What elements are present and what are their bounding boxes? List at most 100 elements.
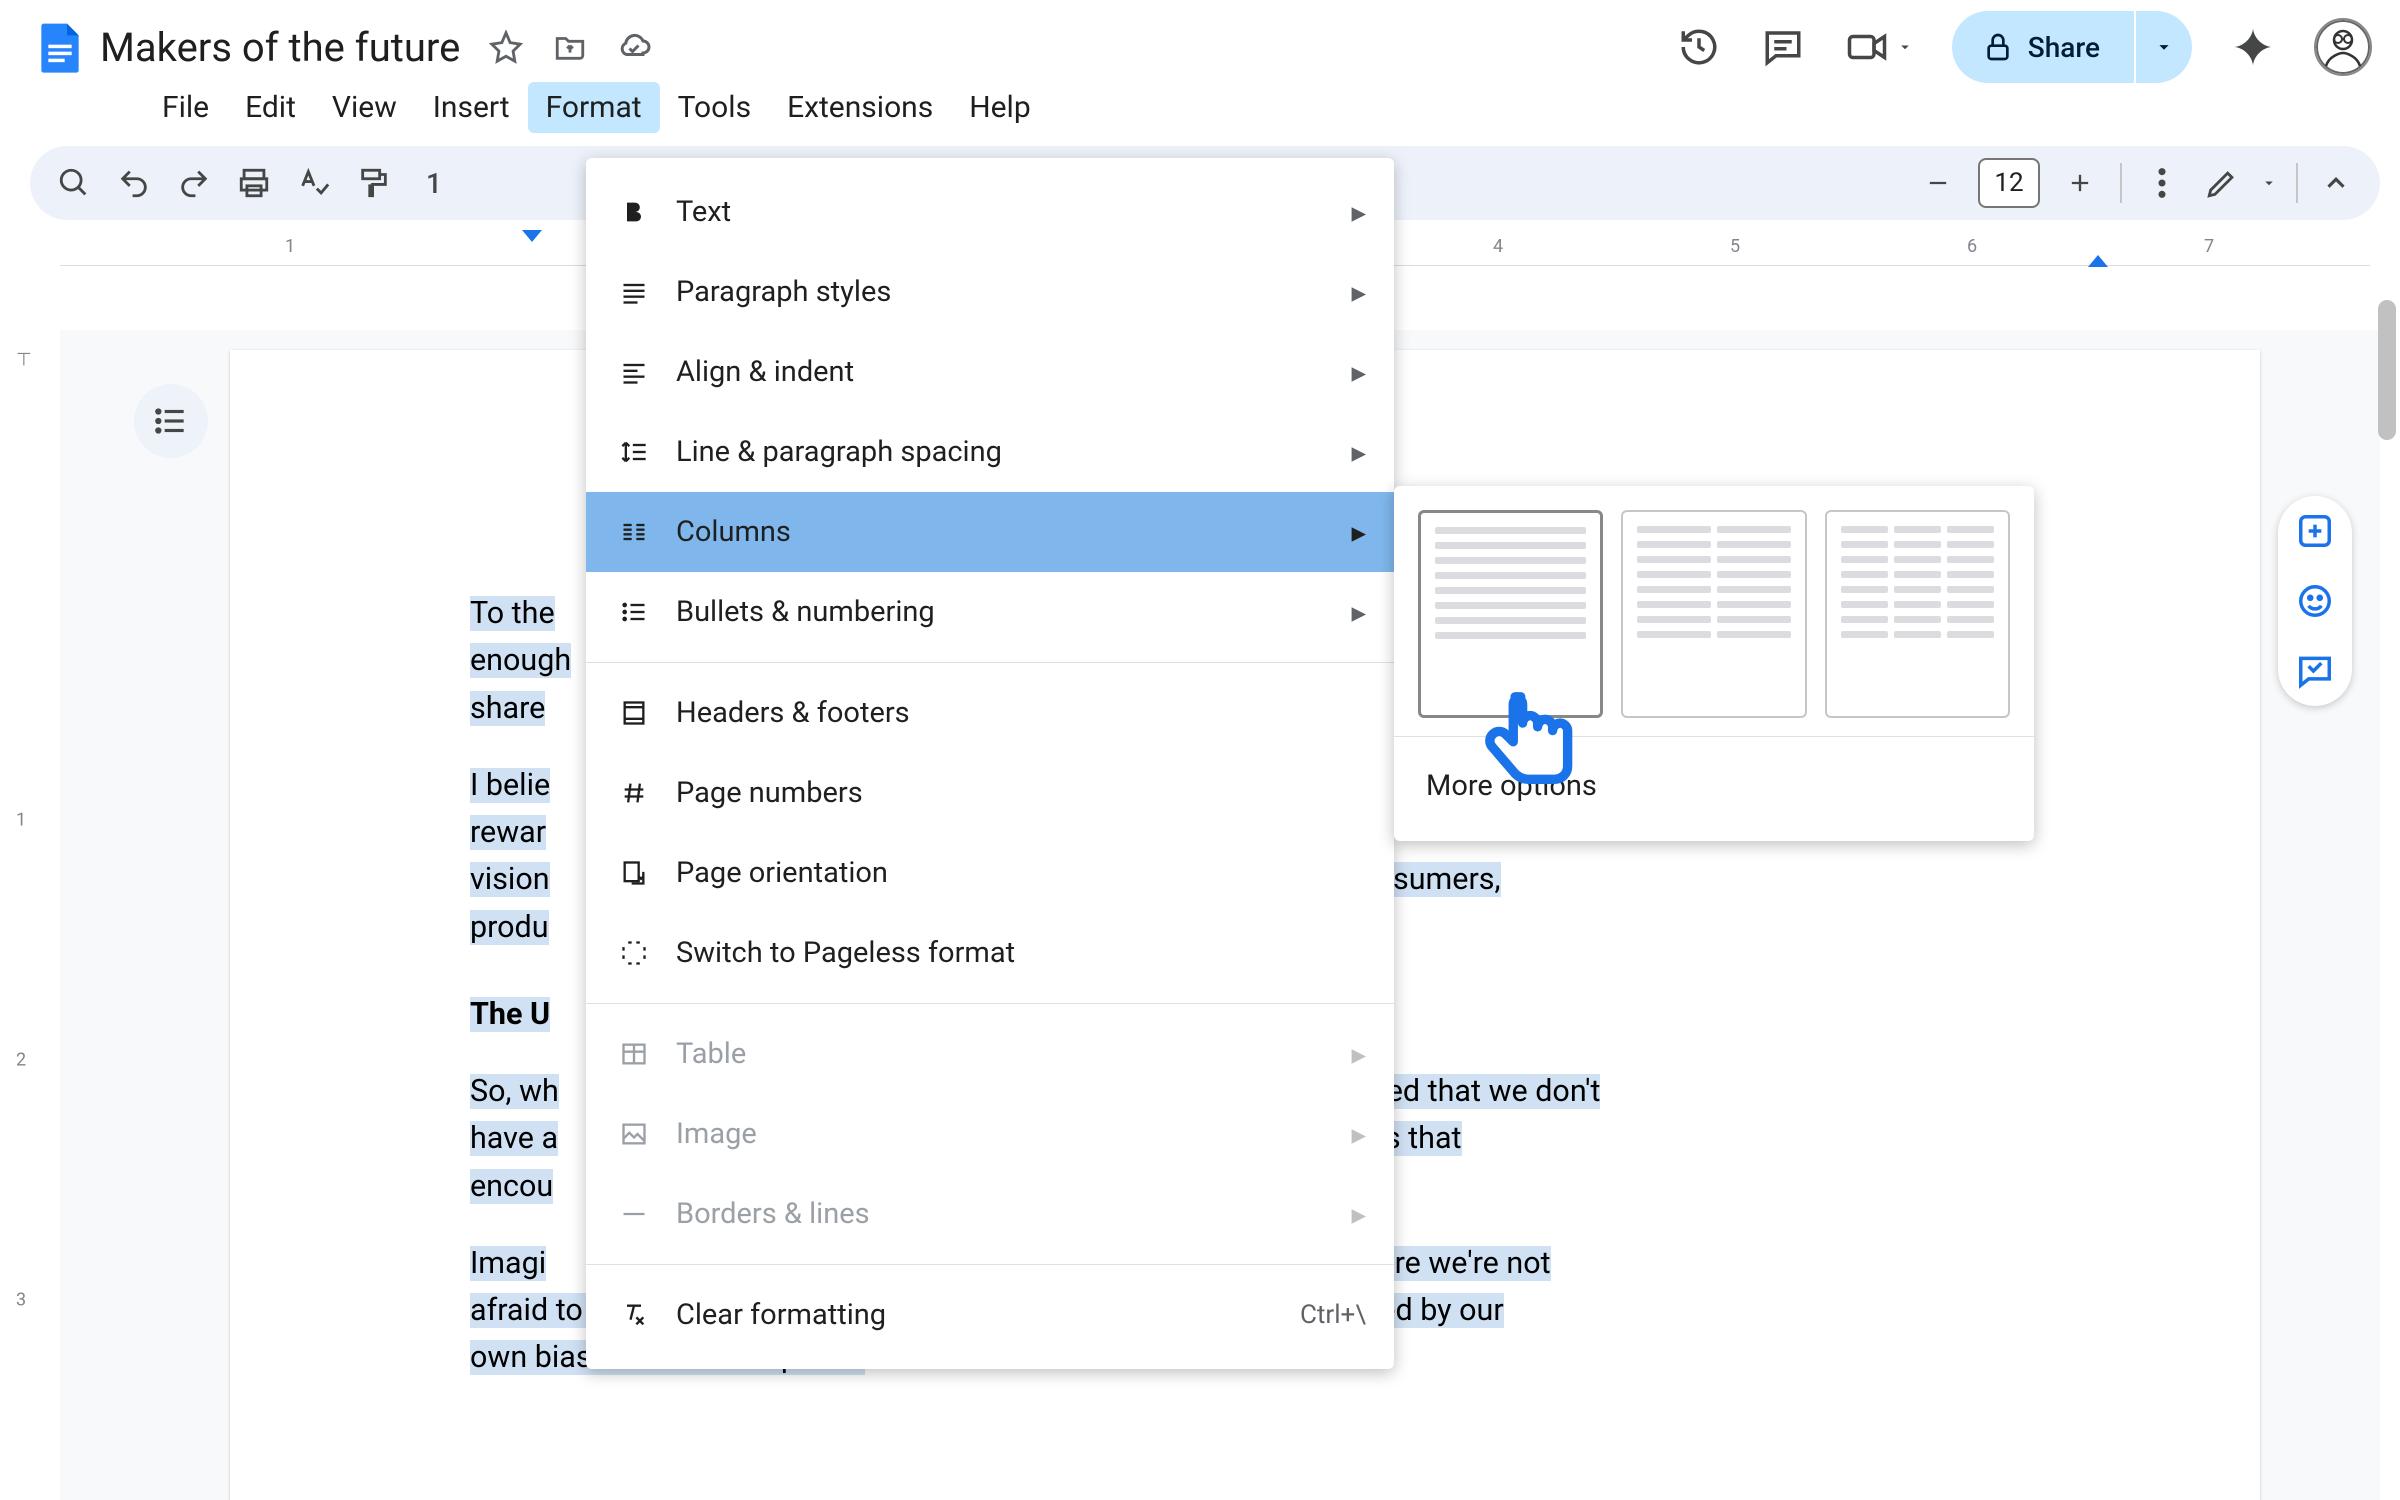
menu-label: Headers & footers — [676, 696, 910, 730]
indent-marker-right[interactable] — [2088, 255, 2108, 267]
menu-help[interactable]: Help — [951, 82, 1048, 133]
account-avatar[interactable] — [2314, 18, 2372, 76]
text-span: encou — [470, 1169, 553, 1204]
meet-button[interactable] — [1844, 24, 1914, 70]
menu-insert[interactable]: Insert — [415, 82, 528, 133]
list-icon — [614, 598, 654, 626]
menu-tools[interactable]: Tools — [660, 82, 769, 133]
bold-icon — [614, 198, 654, 226]
vertical-scrollbar[interactable] — [2378, 300, 2396, 440]
comment-icon[interactable] — [1760, 24, 1806, 70]
share-dropdown[interactable] — [2136, 11, 2192, 83]
text-span: To the — [470, 596, 555, 631]
text-span: rewar — [470, 815, 546, 850]
more-toolbar-icon[interactable] — [2142, 163, 2182, 203]
chevron-right-icon: ▸ — [1351, 1197, 1366, 1232]
paint-format-icon[interactable] — [354, 163, 394, 203]
menu-pageless[interactable]: Switch to Pageless format — [586, 913, 1394, 993]
video-icon — [1844, 24, 1890, 70]
column-option-3[interactable] — [1825, 510, 2010, 718]
document-title[interactable]: Makers of the future — [100, 24, 460, 71]
shortcut-label: Ctrl+\ — [1300, 1300, 1366, 1330]
menu-text[interactable]: Text ▸ — [586, 172, 1394, 252]
separator — [2296, 163, 2298, 203]
align-icon — [614, 358, 654, 386]
chevron-right-icon: ▸ — [1351, 1117, 1366, 1152]
column-option-2[interactable] — [1621, 510, 1806, 718]
chevron-right-icon: ▸ — [1351, 515, 1366, 550]
spellcheck-icon[interactable] — [294, 163, 334, 203]
menu-label: Table — [676, 1037, 746, 1071]
menu-align-indent[interactable]: Align & indent ▸ — [586, 332, 1394, 412]
gemini-icon[interactable] — [2230, 24, 2276, 70]
menu-bullets-numbering[interactable]: Bullets & numbering ▸ — [586, 572, 1394, 652]
orientation-icon — [614, 859, 654, 887]
history-icon[interactable] — [1676, 24, 1722, 70]
print-icon[interactable] — [234, 163, 274, 203]
emoji-button[interactable] — [2294, 580, 2336, 622]
menu-paragraph-styles[interactable]: Paragraph styles ▸ — [586, 252, 1394, 332]
menu-image: Image ▸ — [586, 1094, 1394, 1174]
ruler-tick-label: 6 — [1967, 236, 1977, 257]
star-icon[interactable] — [488, 29, 524, 65]
menu-label: Bullets & numbering — [676, 595, 935, 629]
font-size-input[interactable]: 12 — [1978, 158, 2040, 208]
add-comment-button[interactable] — [2294, 510, 2336, 552]
pageless-icon — [614, 939, 654, 967]
editing-mode-icon[interactable] — [2202, 163, 2242, 203]
chevron-right-icon: ▸ — [1351, 1037, 1366, 1072]
menu-table: Table ▸ — [586, 1014, 1394, 1094]
heading-span: The U — [470, 997, 550, 1032]
collapse-icon[interactable] — [2316, 163, 2356, 203]
paragraph-icon — [614, 278, 654, 306]
share-button[interactable]: Share — [1952, 11, 2134, 83]
separator — [586, 1264, 1394, 1265]
text-span: So, wh — [470, 1074, 559, 1109]
search-menus-icon[interactable] — [54, 163, 94, 203]
redo-icon[interactable] — [174, 163, 214, 203]
move-icon[interactable] — [552, 29, 588, 65]
chevron-right-icon: ▸ — [1351, 195, 1366, 230]
menu-file[interactable]: File — [144, 82, 227, 133]
chevron-down-icon[interactable] — [2260, 174, 2278, 192]
font-size-increase[interactable] — [2060, 163, 2100, 203]
menu-label: Clear formatting — [676, 1298, 886, 1332]
format-dropdown: Text ▸ Paragraph styles ▸ Align & indent… — [586, 158, 1394, 1369]
menu-label: Page orientation — [676, 856, 888, 890]
undo-icon[interactable] — [114, 163, 154, 203]
chevron-right-icon: ▸ — [1351, 355, 1366, 390]
menu-clear-formatting[interactable]: Clear formatting Ctrl+\ — [586, 1275, 1394, 1355]
vruler-tick-label: 1 — [16, 810, 26, 831]
hash-icon — [614, 779, 654, 807]
indent-marker-top[interactable] — [522, 230, 542, 242]
vruler-tick-label: 3 — [16, 1290, 26, 1311]
menu-label: Align & indent — [676, 355, 854, 389]
text-span: share — [470, 691, 545, 726]
vertical-ruler[interactable]: ⊤ 1 2 3 — [6, 340, 46, 1500]
header-footer-icon — [614, 699, 654, 727]
suggest-edits-button[interactable] — [2294, 650, 2336, 692]
menu-extensions[interactable]: Extensions — [769, 82, 951, 133]
docs-logo[interactable] — [28, 15, 92, 79]
menu-borders-lines: Borders & lines ▸ — [586, 1174, 1394, 1254]
menu-page-numbers[interactable]: Page numbers — [586, 753, 1394, 833]
menu-page-orientation[interactable]: Page orientation — [586, 833, 1394, 913]
zoom-indicator[interactable]: 1 — [414, 163, 454, 203]
text-span: Imagi — [470, 1246, 546, 1281]
outline-toggle[interactable] — [134, 384, 208, 458]
menu-label: Switch to Pageless format — [676, 936, 1015, 970]
chevron-right-icon: ▸ — [1351, 435, 1366, 470]
chevron-right-icon: ▸ — [1351, 595, 1366, 630]
menu-view[interactable]: View — [314, 82, 415, 133]
menu-headers-footers[interactable]: Headers & footers — [586, 673, 1394, 753]
menu-edit[interactable]: Edit — [227, 82, 314, 133]
menu-columns[interactable]: Columns ▸ — [586, 492, 1394, 572]
separator — [586, 1003, 1394, 1004]
ruler-tick-label: 5 — [1730, 236, 1740, 257]
cloud-status-icon[interactable] — [616, 29, 652, 65]
ruler-tick-label: 7 — [2204, 236, 2214, 257]
menu-line-spacing[interactable]: Line & paragraph spacing ▸ — [586, 412, 1394, 492]
menu-format[interactable]: Format — [528, 82, 660, 133]
vruler-tick-label: ⊤ — [16, 350, 32, 371]
font-size-decrease[interactable] — [1918, 163, 1958, 203]
